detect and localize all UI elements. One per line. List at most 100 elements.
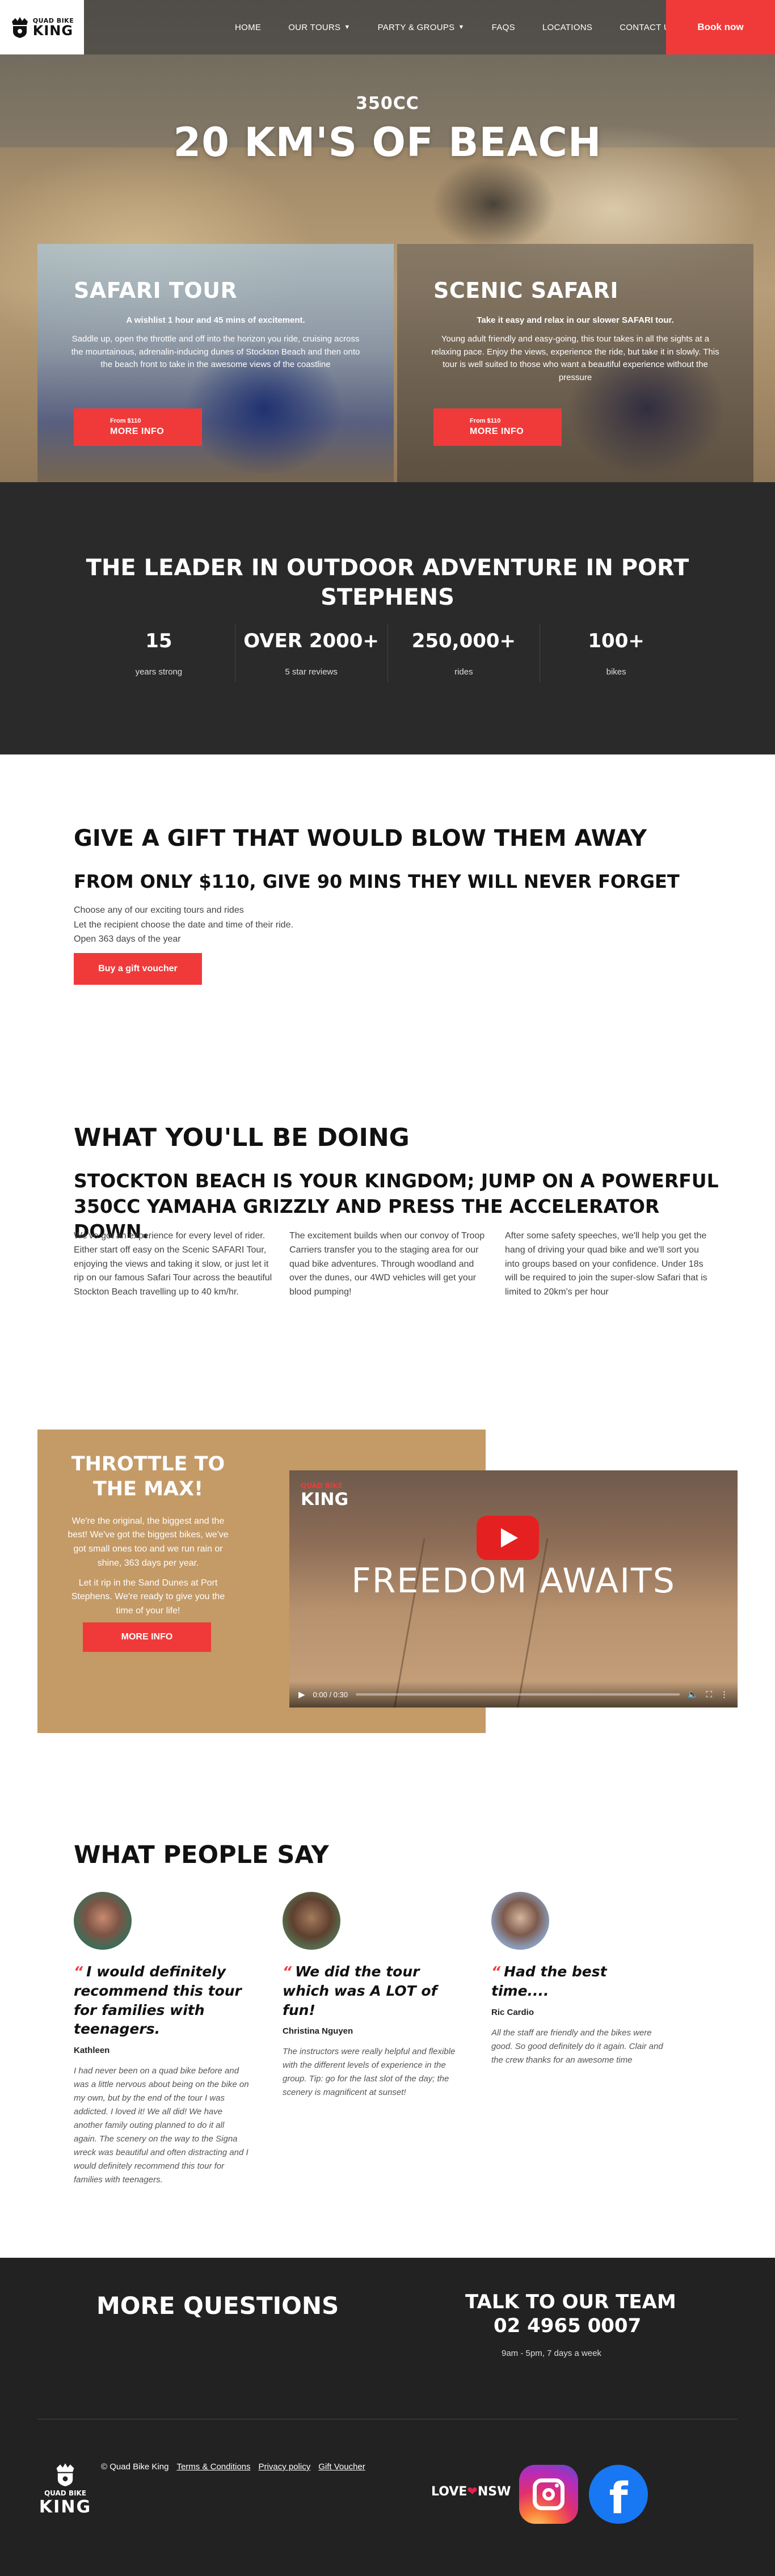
video-controls: ▶ 0:00 / 0:30 🔈 ⛶ ⋮ [289,1681,738,1708]
phone-link[interactable]: 02 4965 0007 [494,2314,641,2337]
nav-home[interactable]: HOME [221,23,275,32]
video-logo-big: KING [301,1490,349,1510]
hero-subtitle: 350CC [356,94,419,113]
throttle-content: THROTTLE TO THE MAX! We're the original,… [37,1452,259,1618]
gift-title: GIVE A GIFT THAT WOULD BLOW THEM AWAY [74,825,647,851]
footer-logo-small: QUAD BIKE [44,2489,87,2497]
gift-voucher-link[interactable]: Gift Voucher [318,2462,365,2472]
gift-details: Choose any of our exciting tours and rid… [74,903,293,947]
terms-link[interactable]: Terms & Conditions [176,2462,250,2472]
stats-title: THE LEADER IN OUTDOOR ADVENTURE IN PORT … [86,555,689,610]
stat-label: rides [454,667,473,677]
review-quote: “Had the best time.... [491,1962,667,2001]
doing-column: After some safety speeches, we'll help y… [505,1231,707,1297]
stat-rides: 250,000+ rides [388,624,541,682]
nav-label: LOCATIONS [542,22,593,32]
throttle-title: THROTTLE TO THE MAX! [71,1453,225,1500]
gift-subtitle: FROM ONLY $110, GIVE 90 MINS THEY WILL N… [74,871,680,892]
footer-logo-big: KING [39,2497,92,2517]
stat-label: years strong [135,667,183,677]
tour-lead: Take it easy and relax in our slower SAF… [477,315,674,325]
doing-column: We've got an experience for every level … [74,1231,272,1297]
gift-line: Open 363 days of the year [74,934,181,945]
doing-title: WHAT YOU'LL BE DOING [74,1123,410,1152]
promo-video[interactable]: QUAD BIKE KING FREEDOM AWAITS ▶ 0:00 / 0… [289,1470,738,1708]
throttle-text: We're the original, the biggest and the … [68,1516,229,1568]
nav-faqs[interactable]: FAQS [478,23,529,32]
review-card: “We did the tour which was A LOT of fun!… [283,1892,458,2099]
what-youll-be-doing-section: WHAT YOU'LL BE DOING STOCKTON BEACH IS Y… [0,1049,775,1367]
instagram-icon[interactable] [519,2465,578,2524]
stat-bikes: 100+ bikes [540,624,692,682]
crown-shield-icon [56,2463,74,2486]
play-icon[interactable] [477,1516,539,1560]
avatar [74,1892,132,1950]
stat-label: bikes [606,667,626,677]
reviewer-name: Christina Nguyen [283,2026,353,2037]
nav-locations[interactable]: LOCATIONS [529,23,606,32]
heart-icon: ❤ [467,2485,478,2499]
video-logo: QUAD BIKE KING [301,1482,348,1510]
tour-card-scenic-safari: SCENIC SAFARI Take it easy and relax in … [397,244,753,482]
video-logo-small: QUAD BIKE [301,1482,343,1490]
love-nsw-logo: LOVE❤NSW [431,2485,511,2499]
stats-section: THE LEADER IN OUTDOOR ADVENTURE IN PORT … [0,482,775,754]
page: 350CC 20 KM'S OF BEACH SAFARI TOUR A wis… [0,0,775,2576]
stat-value: 100+ [588,630,645,652]
stat-value: 15 [145,630,172,652]
video-time: 0:00 / 0:30 [313,1690,348,1699]
nav-label: OUR TOURS [288,22,341,32]
tour-description: Saddle up, open the throttle and off int… [71,334,360,369]
review-quote-text: I would definitely recommend this tour f… [74,1963,242,2038]
talk-to-team-title: TALK TO OUR TEAM [465,2291,676,2313]
tour-price: From $110 [470,418,501,424]
nav-party-groups[interactable]: PARTY & GROUPS ▼ [364,23,478,32]
more-options-icon[interactable]: ⋮ [720,1689,728,1700]
throttle-more-info-button[interactable]: MORE INFO [83,1622,211,1652]
avatar [491,1892,549,1950]
doing-columns: We've got an experience for every level … [74,1229,709,1300]
scenic-safari-more-info-button[interactable]: From $110 MORE INFO [433,408,562,446]
reviewer-name: Ric Cardio [491,2007,534,2017]
facebook-icon[interactable]: f [589,2465,648,2524]
site-logo[interactable]: QUAD BIKE KING [0,0,84,54]
buy-gift-voucher-button[interactable]: Buy a gift voucher [74,953,202,985]
tour-lead: A wishlist 1 hour and 45 mins of excitem… [126,315,305,325]
review-quote-text: Had the best time.... [491,1963,607,1999]
hero-section: 350CC 20 KM'S OF BEACH SAFARI TOUR A wis… [0,0,775,482]
review-quote-text: We did the tour which was A LOT of fun! [283,1963,437,2018]
review-quote: “I would definitely recommend this tour … [74,1962,250,2039]
safari-more-info-button[interactable]: From $110 MORE INFO [74,408,202,446]
review-text: The instructors were really helpful and … [283,2047,456,2098]
stat-years: 15 years strong [83,624,235,682]
gift-line: Choose any of our exciting tours and rid… [74,905,244,915]
logo-big-text: KING [32,22,74,39]
avatar [283,1892,340,1950]
logo-wordmark: QUAD BIKE KING [33,18,74,37]
play-control-icon[interactable]: ▶ [298,1689,305,1700]
reviews-title: WHAT PEOPLE SAY [74,1841,329,1869]
tour-description: Young adult friendly and easy-going, thi… [431,334,719,382]
nav-our-tours[interactable]: OUR TOURS ▼ [275,23,364,32]
privacy-link[interactable]: Privacy policy [259,2462,311,2472]
tour-title: SCENIC SAFARI [433,278,618,303]
review-quote: “We did the tour which was A LOT of fun! [283,1962,458,2020]
footer-links: © Quad Bike King Terms & Conditions Priv… [101,2462,365,2472]
tour-title: SAFARI TOUR [74,278,238,303]
fullscreen-icon[interactable]: ⛶ [706,1690,712,1700]
review-text: I had never been on a quad bike before a… [74,2066,249,2185]
review-card: “I would definitely recommend this tour … [74,1892,250,2187]
nav-links: HOME OUR TOURS ▼ PARTY & GROUPS ▼ FAQS LOC… [221,0,689,54]
video-progress-bar[interactable] [356,1693,680,1696]
stat-label: 5 star reviews [285,667,338,677]
more-info-label: MORE INFO [470,427,524,436]
tour-price: From $110 [110,418,141,424]
more-info-label: MORE INFO [110,427,165,436]
quote-mark-icon: “ [491,1963,501,1980]
video-caption: FREEDOM AWAITS [351,1561,676,1601]
gift-section: GIVE A GIFT THAT WOULD BLOW THEM AWAY FR… [0,754,775,1049]
footer-logo[interactable]: QUAD BIKE KING [34,2462,96,2517]
volume-icon[interactable]: 🔈 [688,1689,698,1700]
book-now-button[interactable]: Book now [666,0,775,54]
quote-mark-icon: “ [283,1963,292,1980]
